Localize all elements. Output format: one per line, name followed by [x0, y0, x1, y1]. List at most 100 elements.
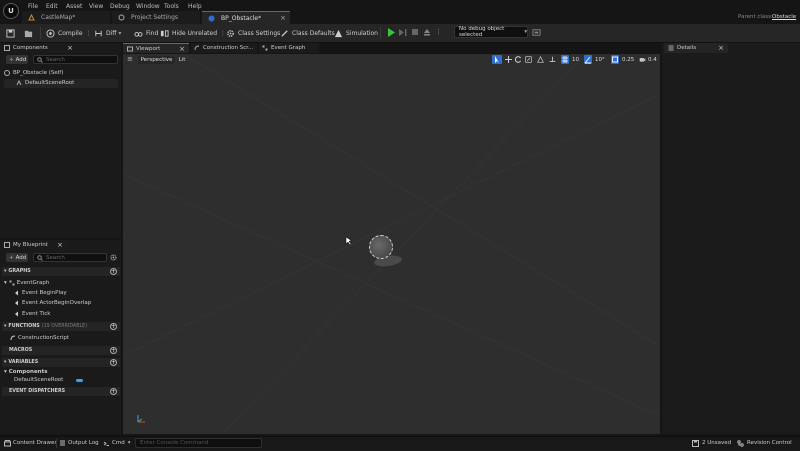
diff-icon [95, 30, 102, 36]
simulation-button[interactable]: Simulation [334, 26, 378, 40]
parent-class-link[interactable]: Obstacle [772, 14, 796, 20]
event-dispatchers-section[interactable]: EVENT DISPATCHERS [2, 387, 120, 396]
add-member-button[interactable]: + Add [6, 253, 28, 262]
camera-speed-value[interactable]: 0.4 [648, 57, 657, 63]
event-item-tick[interactable]: Event Tick [14, 311, 50, 317]
construction-script-item[interactable]: ConstructionScript [10, 335, 69, 341]
compile-button[interactable]: Compile ⋮ [46, 26, 92, 40]
tab-construction-script[interactable]: Construction Scr... [191, 43, 257, 53]
add-variable-icon[interactable]: + [110, 359, 117, 366]
camera-speed-icon[interactable] [639, 56, 646, 63]
class-defaults-button[interactable]: Class Defaults [280, 26, 335, 40]
content-drawer-button[interactable]: Content Drawer [4, 438, 57, 448]
surface-snap-icon[interactable] [549, 56, 556, 63]
scene-root-sphere-icon[interactable] [369, 235, 393, 259]
graphs-section[interactable]: ▾ GRAPHS [2, 267, 120, 276]
viewport-icon [127, 46, 133, 51]
gear-icon[interactable] [110, 254, 117, 261]
tab-castlemap[interactable]: CastleMap* [22, 11, 110, 24]
cmd-select[interactable]: Cmd ▾ [103, 438, 130, 448]
add-macro-icon[interactable]: + [110, 347, 117, 354]
hamburger-menu-icon[interactable]: ≡ [126, 55, 134, 63]
rotate-icon[interactable] [515, 56, 522, 63]
event-item-beginplay[interactable]: Event BeginPlay [14, 290, 67, 296]
add-function-icon[interactable]: + [110, 323, 117, 330]
rotation-snap-value[interactable]: 10° [595, 57, 605, 63]
category-label: Components [8, 369, 48, 375]
menu-asset[interactable]: Asset [66, 3, 82, 10]
details-tab[interactable]: Details × [664, 43, 728, 53]
functions-section[interactable]: ▾ FUNCTIONS (19 OVERRIDABLE) [2, 322, 120, 331]
menu-edit[interactable]: Edit [46, 3, 58, 10]
grid-snap-toggle[interactable] [561, 55, 569, 64]
step-icon[interactable] [398, 26, 408, 39]
construction-script-label: ConstructionScript [18, 335, 69, 341]
world-local-icon[interactable] [537, 56, 544, 63]
graph-icon [262, 45, 268, 51]
menu-view[interactable]: View [89, 3, 103, 10]
eject-icon[interactable] [422, 26, 432, 39]
add-dispatcher-icon[interactable]: + [110, 388, 117, 395]
event-graph-item[interactable]: ▾ EventGraph [4, 280, 49, 286]
section-label: FUNCTIONS [8, 324, 40, 329]
perspective-button[interactable]: Perspective [138, 56, 175, 64]
more-icon[interactable]: ⋮ [86, 30, 92, 37]
grid-icon [562, 56, 568, 63]
components-tab[interactable]: Components × [0, 43, 77, 53]
event-icon [15, 311, 18, 317]
variable-default-scene-root[interactable]: DefaultSceneRoot [14, 377, 63, 383]
tab-bp-obstacle[interactable]: BP_Obstacle* × [202, 11, 290, 25]
lit-button[interactable]: Lit [176, 56, 188, 64]
add-component-button[interactable]: + Add [6, 55, 28, 64]
find-button[interactable]: Find [134, 26, 158, 40]
play-icon[interactable] [386, 26, 396, 39]
scale-icon[interactable] [525, 56, 532, 63]
debug-filter-icon[interactable] [532, 28, 541, 37]
blueprint-search-input[interactable]: Search [33, 253, 107, 262]
add-graph-icon[interactable]: + [110, 268, 117, 275]
tab-event-graph[interactable]: Event Graph [259, 43, 319, 53]
close-tab-icon[interactable]: × [280, 14, 286, 22]
grid-snap-value[interactable]: 10 [572, 57, 579, 63]
close-icon[interactable]: × [718, 44, 724, 52]
close-icon[interactable]: × [179, 45, 185, 53]
stop-icon[interactable] [410, 26, 420, 39]
output-log-button[interactable]: Output Log [59, 438, 99, 448]
translate-icon[interactable] [505, 56, 512, 63]
event-item-actorbeginoverlap[interactable]: Event ActorBeginOverlap [14, 300, 91, 306]
my-blueprint-tab[interactable]: My Blueprint × [0, 240, 67, 250]
tree-item-default-scene-root[interactable]: DefaultSceneRoot [16, 80, 74, 86]
components-search-input[interactable]: Search [33, 55, 118, 64]
rotation-snap-toggle[interactable] [584, 55, 592, 64]
play-options-icon[interactable]: ⋮ [435, 28, 442, 36]
diff-button[interactable]: Diff ▾ [94, 26, 121, 40]
menu-file[interactable]: File [28, 3, 38, 10]
macros-section[interactable]: MACROS [2, 346, 120, 355]
variables-section[interactable]: ▾ VARIABLES [2, 358, 120, 367]
toolbar-divider [40, 27, 41, 39]
scale-snap-value[interactable]: 0.25 [622, 57, 634, 63]
select-mode-button[interactable] [492, 55, 502, 64]
revision-control-button[interactable]: Revision Control [737, 438, 792, 448]
unsaved-button[interactable]: 2 Unsaved [692, 438, 731, 448]
menu-help[interactable]: Help [188, 3, 202, 10]
hide-unrelated-button[interactable]: Hide Unrelated ⋮ [160, 26, 226, 40]
tab-project-settings[interactable]: Project Settings [112, 11, 200, 24]
console-command-input[interactable]: Enter Console Command [135, 438, 262, 448]
debug-object-select[interactable]: No debug object selected ▾ [454, 26, 528, 38]
save-button[interactable] [6, 26, 18, 40]
close-icon[interactable]: × [67, 44, 73, 52]
menu-window[interactable]: Window [136, 3, 160, 10]
class-settings-button[interactable]: Class Settings [226, 26, 280, 40]
event-graph-label: EventGraph [16, 280, 50, 286]
search-placeholder: Search [46, 254, 65, 261]
unreal-logo-icon[interactable]: U [3, 3, 19, 19]
scale-snap-toggle[interactable] [611, 55, 619, 64]
tab-viewport[interactable]: Viewport × [123, 43, 189, 53]
close-icon[interactable]: × [57, 241, 63, 249]
components-category[interactable]: ▾ Components [4, 369, 48, 375]
menu-debug[interactable]: Debug [110, 3, 130, 10]
menu-tools[interactable]: Tools [164, 3, 179, 10]
browse-button[interactable] [24, 26, 36, 40]
tree-item-self[interactable]: BP_Obstacle (Self) [4, 70, 63, 76]
